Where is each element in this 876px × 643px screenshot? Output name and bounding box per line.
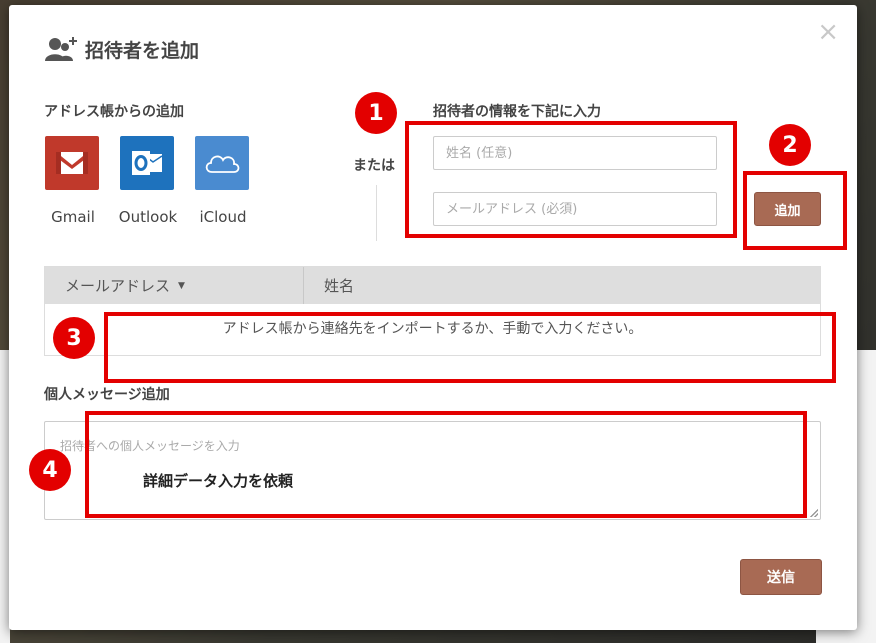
gmail-icon[interactable] (45, 136, 99, 190)
message-textarea[interactable]: 招待者への個人メッセージを入力 詳細データ入力を依頼 (44, 421, 821, 520)
provider-icloud[interactable]: iCloud (195, 136, 251, 226)
name-input[interactable] (433, 136, 717, 170)
invite-modal: × 招待者を追加 アドレス帳からの追加 Gmail Outlook iCloud… (9, 5, 857, 630)
page-title: 招待者を追加 (85, 39, 200, 62)
icloud-icon[interactable] (195, 136, 249, 190)
manual-entry-label: 招待者の情報を下記に入力 (433, 104, 601, 120)
add-user-icon (45, 35, 77, 63)
table-header: メールアドレス ▼ 姓名 (45, 267, 820, 304)
message-placeholder: 招待者への個人メッセージを入力 (60, 439, 240, 453)
email-input[interactable] (433, 192, 717, 226)
send-button[interactable]: 送信 (740, 559, 822, 595)
close-icon[interactable]: × (817, 19, 839, 45)
annotation-badge-4: 4 (29, 449, 71, 491)
annotation-badge-3: 3 (53, 317, 95, 359)
message-value: 詳細データ入力を依頼 (143, 472, 294, 490)
provider-label: iCloud (199, 208, 247, 226)
provider-outlook[interactable]: Outlook (119, 136, 177, 226)
add-button[interactable]: 追加 (754, 192, 821, 226)
vertical-divider (376, 185, 377, 241)
resize-handle[interactable] (810, 509, 818, 517)
invitee-table: メールアドレス ▼ 姓名 アドレス帳から連絡先をインポートするか、手動で入力くだ… (44, 266, 821, 356)
provider-gmail[interactable]: Gmail (45, 136, 101, 226)
modal-title: 招待者を追加 (45, 35, 199, 63)
addressbook-label: アドレス帳からの追加 (44, 104, 184, 120)
column-name[interactable]: 姓名 (304, 267, 354, 304)
annotation-badge-2: 2 (769, 124, 811, 166)
column-email-label: メールアドレス (65, 277, 171, 295)
sort-down-icon[interactable]: ▼ (178, 281, 185, 291)
message-label: 個人メッセージ追加 (44, 387, 170, 403)
empty-message: アドレス帳から連絡先をインポートするか、手動で入力ください。 (222, 321, 643, 337)
column-email[interactable]: メールアドレス ▼ (45, 267, 304, 304)
annotation-badge-1: 1 (355, 92, 397, 134)
column-name-label: 姓名 (324, 277, 355, 295)
or-label: または (353, 158, 395, 174)
outlook-icon[interactable] (120, 136, 174, 190)
